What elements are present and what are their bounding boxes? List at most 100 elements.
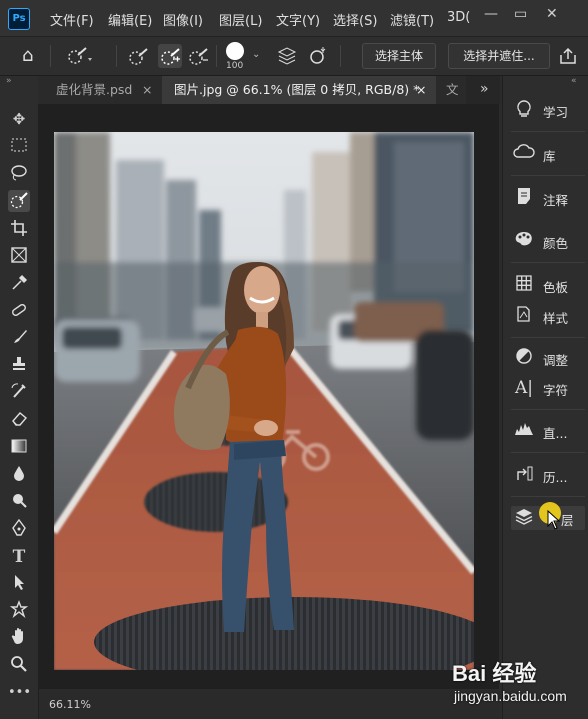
auto-enhance-icon[interactable] xyxy=(308,45,330,71)
subtract-from-selection-icon[interactable] xyxy=(188,46,210,70)
panel-color[interactable]: 颜色 xyxy=(513,229,585,255)
dodge-tool-icon[interactable] xyxy=(8,491,30,513)
sample-all-layers-icon[interactable] xyxy=(276,45,298,71)
lasso-tool-icon[interactable] xyxy=(8,164,30,186)
collapse-icon[interactable]: « xyxy=(571,76,577,86)
tab-image-jpg[interactable]: 图片.jpg @ 66.1% (图层 0 拷贝, RGB/8) * × xyxy=(162,76,436,104)
menu-image[interactable]: 图像(I) xyxy=(163,10,203,29)
notes-icon xyxy=(513,187,535,209)
more-tools-icon[interactable]: ••• xyxy=(8,682,31,704)
quick-selection-tool-icon[interactable] xyxy=(8,190,30,212)
histogram-icon xyxy=(513,420,535,442)
tab-close-icon[interactable]: × xyxy=(416,76,426,104)
brush-tool-icon[interactable] xyxy=(8,328,30,350)
brush-preview-icon[interactable] xyxy=(226,42,244,60)
tab-label: 文 xyxy=(446,82,459,97)
history-brush-tool-icon[interactable] xyxy=(8,382,30,404)
minimize-icon[interactable]: — xyxy=(484,6,498,22)
options-bar: ⌂ 100 ⌄ 选择主体 选择并遮住... xyxy=(0,36,588,76)
blur-tool-icon[interactable] xyxy=(8,464,30,486)
type-tool-icon[interactable]: T xyxy=(8,546,30,568)
panel-label: 层 xyxy=(561,513,574,528)
panel-label: 样式 xyxy=(543,311,569,326)
panel-learn[interactable]: 学习 xyxy=(513,98,585,124)
baidu-jingyan-watermark: Bai 经验 jingyan.baidu.com xyxy=(452,656,586,716)
clone-stamp-tool-icon[interactable] xyxy=(8,355,30,377)
quick-select-tool-preset-icon[interactable] xyxy=(66,46,92,70)
tab-close-icon[interactable]: × xyxy=(142,76,152,104)
panel-label: 历... xyxy=(543,470,568,485)
chevron-down-icon[interactable]: ⌄ xyxy=(252,49,260,60)
mouse-pointer-icon xyxy=(547,509,561,534)
menu-type[interactable]: 文字(Y) xyxy=(276,10,320,29)
tab-blur-background[interactable]: 虚化背景.psd × xyxy=(38,76,162,104)
custom-shape-tool-icon[interactable] xyxy=(8,600,30,622)
tabs-overflow-icon[interactable]: » xyxy=(480,81,489,97)
expand-icon[interactable]: » xyxy=(6,76,12,86)
panel-styles[interactable]: 样式 xyxy=(513,304,585,330)
panel-adjustments[interactable]: 调整 xyxy=(513,346,585,372)
status-bar: 66.11% xyxy=(39,692,500,719)
share-icon[interactable] xyxy=(558,46,578,70)
gradient-tool-icon[interactable] xyxy=(8,437,30,459)
move-tool-icon[interactable]: ✥ xyxy=(8,108,30,130)
separator xyxy=(50,45,51,67)
history-icon xyxy=(513,464,535,486)
crop-tool-icon[interactable] xyxy=(8,219,30,241)
panel-label: 注释 xyxy=(543,193,569,208)
pen-tool-icon[interactable] xyxy=(8,518,30,541)
hand-tool-icon[interactable] xyxy=(8,627,30,649)
panel-label: 字符 xyxy=(543,383,569,398)
character-icon: A| xyxy=(514,378,533,398)
frame-tool-icon[interactable] xyxy=(8,246,30,268)
home-icon[interactable]: ⌂ xyxy=(22,45,33,66)
select-subject-button[interactable]: 选择主体 xyxy=(362,43,436,69)
lightbulb-icon xyxy=(513,99,535,121)
panel-label: 库 xyxy=(543,149,556,164)
close-icon[interactable]: ✕ xyxy=(546,6,558,22)
marquee-tool-icon[interactable] xyxy=(8,136,30,158)
path-selection-tool-icon[interactable] xyxy=(8,573,30,595)
watermark-url: jingyan.baidu.com xyxy=(454,688,567,704)
separator xyxy=(216,45,217,67)
tab-other[interactable]: 文 xyxy=(436,76,466,104)
panel-label: 色板 xyxy=(543,280,569,295)
select-and-mask-button[interactable]: 选择并遮住... xyxy=(448,43,550,69)
menu-3d[interactable]: 3D( xyxy=(447,10,470,25)
eraser-tool-icon[interactable] xyxy=(8,409,30,431)
maximize-icon[interactable]: ▭ xyxy=(514,6,527,22)
panel-label: 颜色 xyxy=(543,236,569,251)
panel-label: 直... xyxy=(543,426,568,441)
zoom-tool-icon[interactable] xyxy=(8,655,30,677)
styles-icon xyxy=(513,305,535,327)
separator xyxy=(340,45,341,67)
panel-notes[interactable]: 注释 xyxy=(513,186,585,212)
panel-dock: « 学习 库 注释 颜色 色板 样式 调整 A| 字符 直... 历... 层 xyxy=(502,76,588,719)
new-selection-icon[interactable] xyxy=(128,46,150,70)
tab-label: 虚化背景.psd xyxy=(56,82,133,97)
panel-libraries[interactable]: 库 xyxy=(513,142,585,168)
color-icon xyxy=(513,230,535,252)
panel-label: 调整 xyxy=(543,353,569,368)
panel-histogram[interactable]: 直... xyxy=(513,419,585,445)
zoom-level[interactable]: 66.11% xyxy=(49,698,91,711)
tools-panel: » ✥ T ••• xyxy=(0,76,39,719)
menu-select[interactable]: 选择(S) xyxy=(333,10,377,29)
add-to-selection-icon[interactable] xyxy=(158,44,182,68)
healing-brush-tool-icon[interactable] xyxy=(8,301,30,323)
document-canvas-photo[interactable] xyxy=(54,132,474,670)
document-tabs: 虚化背景.psd × 图片.jpg @ 66.1% (图层 0 拷贝, RGB/… xyxy=(38,76,500,104)
panel-history[interactable]: 历... xyxy=(513,463,585,489)
menu-filter[interactable]: 滤镜(T) xyxy=(390,10,434,29)
panel-swatches[interactable]: 色板 xyxy=(513,273,585,299)
adjustments-icon xyxy=(513,347,535,369)
panel-label: 学习 xyxy=(543,105,569,120)
menu-edit[interactable]: 编辑(E) xyxy=(108,10,152,29)
menu-layer[interactable]: 图层(L) xyxy=(219,10,262,29)
watermark-brand: Bai 经验 xyxy=(452,661,537,686)
panel-character[interactable]: A| 字符 xyxy=(513,376,585,402)
layers-icon xyxy=(513,507,535,529)
eyedropper-tool-icon[interactable] xyxy=(8,274,30,296)
menu-file[interactable]: 文件(F) xyxy=(50,10,94,29)
photo-image xyxy=(54,132,474,670)
